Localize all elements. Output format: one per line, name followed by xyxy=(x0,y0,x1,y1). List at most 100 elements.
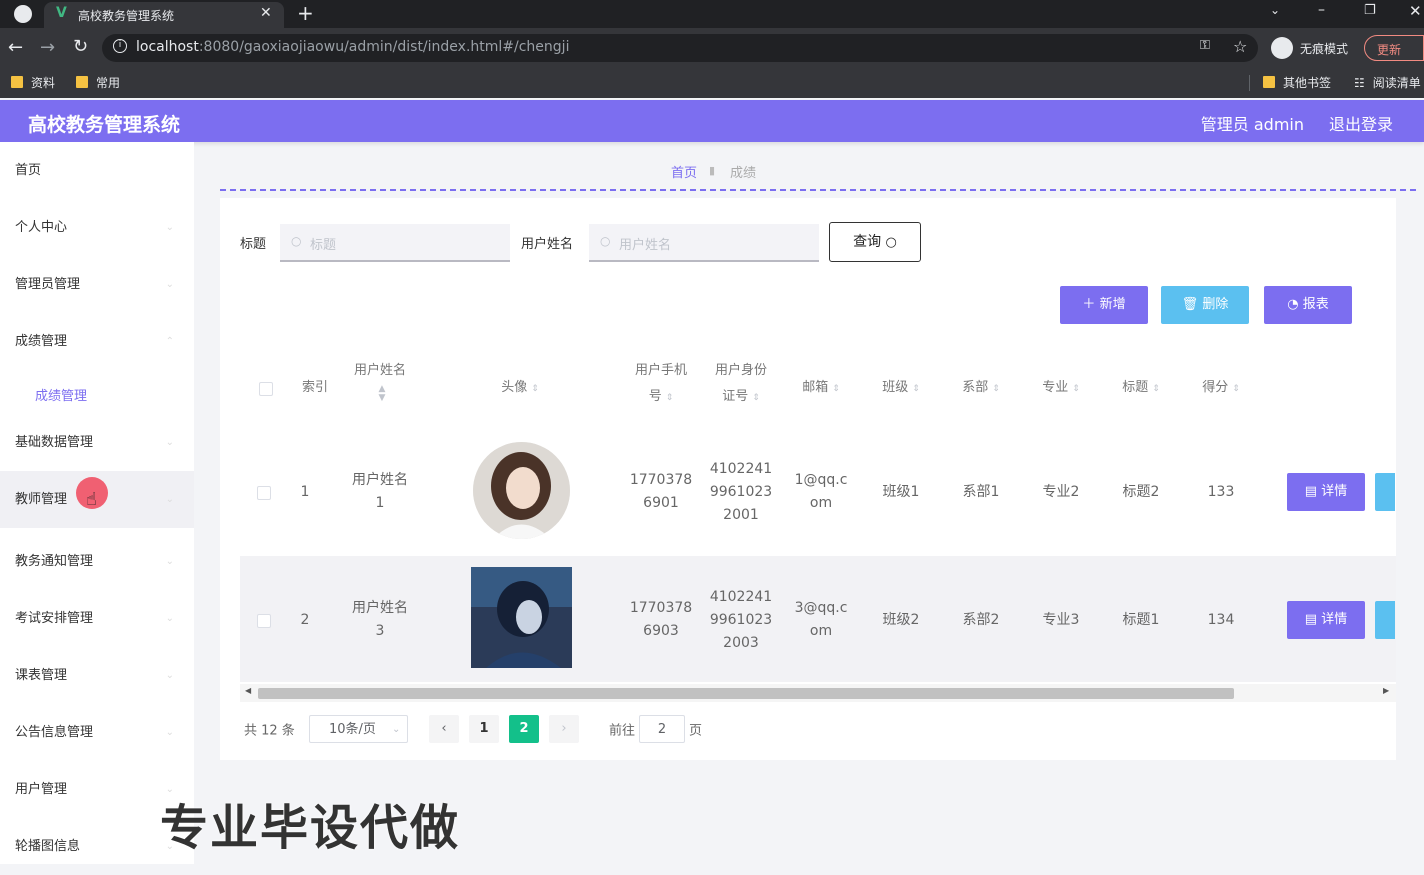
other-bookmarks[interactable]: 其他书签 xyxy=(1263,74,1331,91)
cell-phone: 1770378 6903 xyxy=(621,597,701,643)
document-icon: ▤ xyxy=(1304,612,1318,627)
sidebar-item-basic-data[interactable]: 基础数据管理 ⌄ xyxy=(0,414,194,471)
star-icon[interactable]: ☆ xyxy=(1233,37,1247,56)
chevron-up-icon: ⌃ xyxy=(165,336,174,347)
url-text: localhost:8080/gaoxiaojiaowu/admin/dist/… xyxy=(136,39,569,55)
scroll-left-icon[interactable]: ◀ xyxy=(245,686,251,695)
key-icon[interactable]: ⚿ xyxy=(1200,38,1210,53)
edit-button[interactable] xyxy=(1375,601,1395,639)
sort-icon[interactable]: ⇕ xyxy=(752,394,760,403)
sidebar-item-home[interactable]: 首页 xyxy=(0,142,194,199)
sidebar-item-label: 公告信息管理 xyxy=(15,725,94,740)
avatar xyxy=(471,567,572,668)
browser-tab[interactable]: V 高校教务管理系统 ✕ xyxy=(44,2,284,28)
cell-text: 6903 xyxy=(643,623,679,639)
query-button[interactable]: 查询 ○ xyxy=(829,222,921,262)
header-index[interactable]: 索引 xyxy=(290,375,340,401)
sidebar-item-label: 用户管理 xyxy=(15,782,68,797)
update-button[interactable]: 更新 xyxy=(1364,35,1424,61)
minimize-icon[interactable]: – xyxy=(1318,2,1325,18)
header-dept[interactable]: 系部 ⇕ xyxy=(941,375,1021,401)
header-label: 系部 xyxy=(962,380,989,395)
name-search-input[interactable]: ○ 用户姓名 xyxy=(589,224,819,262)
url-host: localhost xyxy=(136,39,199,55)
sort-icon[interactable]: ⇕ xyxy=(832,385,840,394)
current-user: 管理员 admin xyxy=(1200,115,1304,134)
sidebar-item-label: 首页 xyxy=(15,163,42,178)
reading-list[interactable]: ☷ 阅读清单 xyxy=(1354,74,1421,91)
sort-icon[interactable]: ⇕ xyxy=(531,385,539,394)
browser-menu-icon[interactable] xyxy=(14,5,32,23)
sidebar-item-label: 考试安排管理 xyxy=(15,611,94,626)
close-tab-icon[interactable]: ✕ xyxy=(260,5,272,21)
new-tab-icon[interactable]: + xyxy=(297,1,314,25)
header-title[interactable]: 标题 ⇕ xyxy=(1101,375,1181,401)
scroll-right-icon[interactable]: ▶ xyxy=(1383,686,1389,695)
sort-icon[interactable]: ⇕ xyxy=(666,394,674,403)
delete-button[interactable]: 🗑 删除 xyxy=(1161,286,1249,324)
header-major[interactable]: 专业 ⇕ xyxy=(1021,375,1101,401)
prev-page-button[interactable]: ‹ xyxy=(429,715,459,743)
bookmark-folder-2[interactable]: 常用 xyxy=(76,74,120,91)
report-button[interactable]: ◔ 报表 xyxy=(1264,286,1352,324)
cell-email: 3@qq.c om xyxy=(781,597,861,643)
detail-button[interactable]: ▤ 详情 xyxy=(1287,601,1365,639)
edit-button[interactable] xyxy=(1375,473,1395,511)
header-class[interactable]: 班级 ⇕ xyxy=(861,375,941,401)
next-page-button[interactable]: › xyxy=(549,715,579,743)
goto-page-input[interactable]: 2 xyxy=(639,715,685,743)
sidebar-subitem-scores[interactable]: 成绩管理 xyxy=(35,385,87,404)
select-all-checkbox[interactable] xyxy=(259,382,273,396)
forward-icon[interactable]: → xyxy=(40,37,55,58)
page-2-button[interactable]: 2 xyxy=(509,715,539,743)
bookmark-label: 阅读清单 xyxy=(1372,76,1421,90)
detail-button-label: 详情 xyxy=(1321,612,1348,627)
sidebar-item-notices[interactable]: 教务通知管理 ⌄ xyxy=(0,533,194,590)
close-window-icon[interactable]: ✕ xyxy=(1409,2,1422,20)
sidebar-item-timetable[interactable]: 课表管理 ⌄ xyxy=(0,647,194,704)
scrollbar-thumb[interactable] xyxy=(258,688,1234,699)
reload-icon[interactable]: ↻ xyxy=(73,36,88,57)
sidebar-item-profile[interactable]: 个人中心 ⌄ xyxy=(0,199,194,256)
sidebar-item-scores[interactable]: 成绩管理 ⌃ xyxy=(0,313,194,370)
url-path: :8080/gaoxiaojiaowu/admin/dist/index.htm… xyxy=(198,39,570,55)
header-name[interactable]: 用户姓名 ▲ ▼ xyxy=(340,358,420,410)
chevron-down-icon: ⌄ xyxy=(165,556,174,567)
row-checkbox[interactable] xyxy=(257,614,271,628)
bookmark-folder-1[interactable]: 资料 xyxy=(11,74,55,91)
detail-button[interactable]: ▤ 详情 xyxy=(1287,473,1365,511)
sidebar-item-exams[interactable]: 考试安排管理 ⌄ xyxy=(0,590,194,647)
horizontal-scrollbar[interactable]: ◀ ▶ xyxy=(240,684,1396,702)
url-field[interactable]: i localhost:8080/gaoxiaojiaowu/admin/dis… xyxy=(102,34,1258,62)
logout-button[interactable]: 退出登录 xyxy=(1329,111,1393,135)
sort-icon[interactable]: ⇕ xyxy=(912,385,920,394)
chevron-down-icon: ⌄ xyxy=(165,670,174,681)
sort-icon[interactable]: ⇕ xyxy=(992,385,1000,394)
cell-text: 1 xyxy=(375,495,385,511)
back-icon[interactable]: ← xyxy=(8,37,23,58)
page-1-button[interactable]: 1 xyxy=(469,715,499,743)
header-phone[interactable]: 用户手机号 ⇕ xyxy=(621,358,701,410)
sidebar-item-announcements[interactable]: 公告信息管理 ⌄ xyxy=(0,704,194,761)
sidebar-item-admin[interactable]: 管理员管理 ⌄ xyxy=(0,256,194,313)
chevron-down-icon: ⌄ xyxy=(165,494,174,505)
row-checkbox[interactable] xyxy=(257,486,271,500)
sort-icon[interactable]: ⇕ xyxy=(1232,385,1240,394)
restore-icon[interactable]: ❐ xyxy=(1364,3,1376,18)
title-search-input[interactable]: ○ 标题 xyxy=(280,224,510,262)
info-icon[interactable]: i xyxy=(113,39,127,53)
header-score[interactable]: 得分 ⇕ xyxy=(1181,375,1261,401)
header-label: 证号 xyxy=(722,389,749,404)
header-idcard[interactable]: 用户身份 证号 ⇕ xyxy=(701,358,781,410)
tab-search-icon[interactable]: ⌄ xyxy=(1270,3,1280,17)
page-size-select[interactable]: 10条/页 ⌄ xyxy=(309,715,408,743)
add-button[interactable]: ＋ 新增 xyxy=(1060,286,1148,324)
header-avatar[interactable]: 头像 ⇕ xyxy=(472,375,568,401)
breadcrumb-home[interactable]: 首页 xyxy=(671,162,697,181)
sort-icon[interactable]: ▲ ▼ xyxy=(379,385,386,403)
cell-text: 1@qq.c xyxy=(794,472,848,488)
cell-text: 9961023 xyxy=(709,484,773,500)
sort-icon[interactable]: ⇕ xyxy=(1152,385,1160,394)
sort-icon[interactable]: ⇕ xyxy=(1072,385,1080,394)
header-email[interactable]: 邮箱 ⇕ xyxy=(781,375,861,401)
